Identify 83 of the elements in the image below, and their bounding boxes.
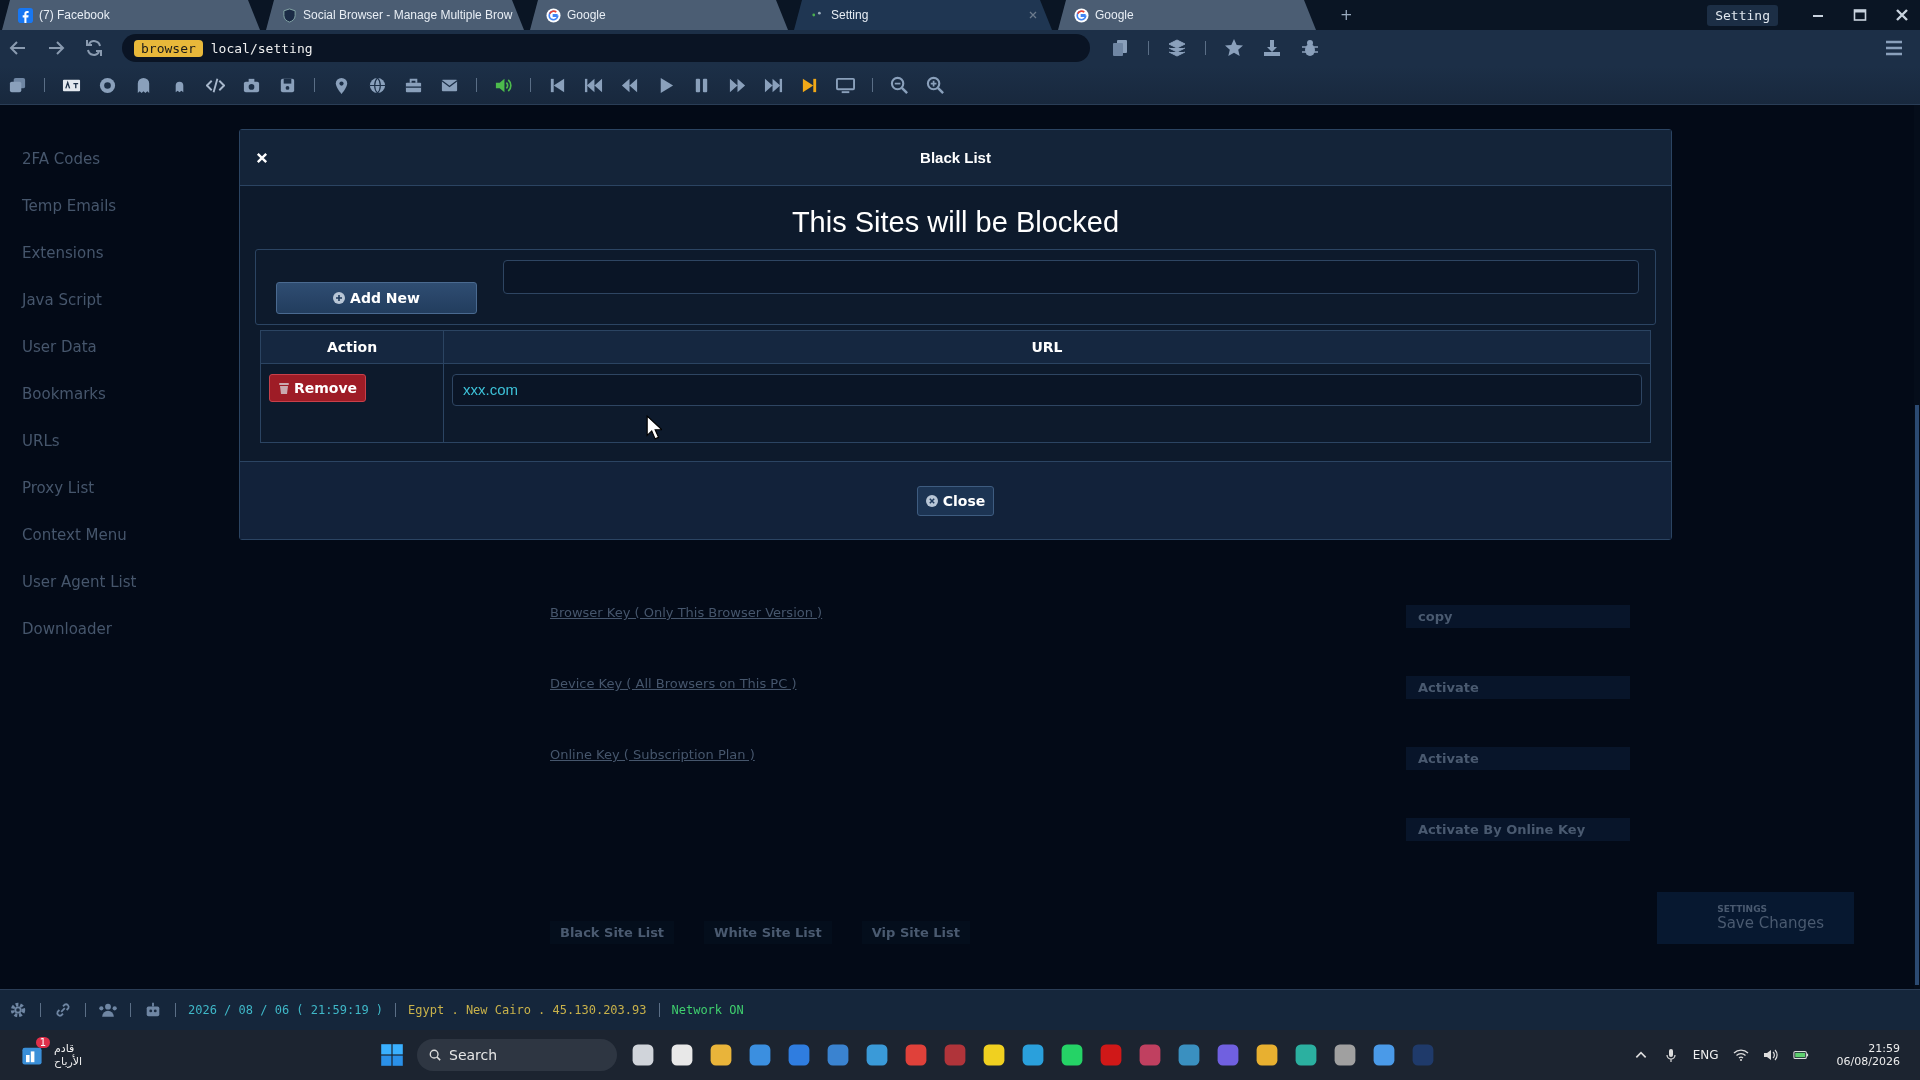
url-field[interactable]: xxx.com [452, 374, 1642, 406]
language-indicator[interactable]: ENG [1692, 1048, 1719, 1062]
dialog-heading: This Sites will be Blocked [790, 206, 1121, 239]
key-label: Browser Key ( Only This Browser Version ) [550, 605, 823, 622]
windows-icon[interactable] [8, 75, 27, 95]
add-new-button[interactable]: Add New [276, 282, 477, 314]
star-icon[interactable] [1224, 38, 1244, 58]
app-icon[interactable] [1254, 1042, 1280, 1068]
monitor-icon[interactable] [836, 75, 855, 95]
widget-text: الأرباح [54, 1055, 83, 1069]
app-icon[interactable] [981, 1042, 1007, 1068]
browser-tab[interactable]: (7) Facebook [2, 0, 260, 30]
browser-tab[interactable]: Setting [794, 0, 1052, 30]
g-logo-icon [546, 7, 561, 23]
app-icon[interactable] [1059, 1042, 1085, 1068]
site-list-tab[interactable]: White Site List [704, 921, 832, 944]
app-icon[interactable] [1332, 1042, 1358, 1068]
app-icon[interactable] [1020, 1042, 1046, 1068]
column-header: Action [260, 330, 444, 364]
address-bar[interactable]: browser local/setting [122, 34, 1090, 62]
mouse-pointer-icon [646, 415, 662, 440]
zoom-out-icon[interactable] [890, 75, 909, 95]
search-field[interactable]: Search [417, 1039, 617, 1071]
battery-icon[interactable] [1792, 1048, 1809, 1062]
window-title: Setting [1707, 4, 1778, 26]
browser-tab[interactable]: Google [1058, 0, 1316, 30]
dialog-title: Black List [920, 149, 991, 166]
scheme-label: browser [134, 39, 203, 57]
column-header: URL [443, 330, 1651, 364]
site-list-tab[interactable]: Vip Site List [861, 921, 970, 944]
location-text: Egypt . New Cairo . 45.130.203.93 [408, 1003, 647, 1017]
app-icon[interactable] [708, 1042, 734, 1068]
key-button[interactable]: copy [1406, 605, 1630, 628]
facebook-f-icon [18, 7, 33, 23]
widget-text: قادم [54, 1041, 75, 1055]
save-changes-button[interactable]: SETTINGS Save Changes [1657, 892, 1854, 944]
url-input-field[interactable] [503, 260, 1639, 294]
layers-icon[interactable] [1167, 38, 1187, 58]
link-icon[interactable] [53, 1001, 73, 1019]
gear-icon[interactable] [8, 1001, 28, 1019]
app-icon[interactable] [630, 1042, 656, 1068]
trash-icon [278, 382, 290, 394]
copy-icon[interactable] [1110, 38, 1130, 58]
close-button[interactable]: Close [916, 485, 995, 516]
new-tab-button[interactable]: + [1322, 6, 1371, 24]
network-status: Network ON [671, 1003, 744, 1017]
bug-icon[interactable] [1300, 38, 1320, 58]
g-logo-icon [1074, 7, 1089, 23]
maximize-icon[interactable] [1852, 7, 1868, 23]
shield-icon [282, 7, 297, 23]
plus-circle-icon [333, 292, 346, 304]
key-button[interactable]: Activate [1406, 676, 1630, 699]
date-time-text: 2026 / 08 / 06 ( 21:59:19 ) [188, 1003, 384, 1017]
remove-button[interactable]: Remove [269, 374, 367, 402]
site-list-tab[interactable]: Black Site List [550, 921, 675, 944]
activate-button[interactable]: Activate By Online Key [1406, 818, 1630, 841]
browser-tab[interactable]: Social Browser - Manage Multiple Brow [266, 0, 524, 30]
key-label: Device Key ( All Browsers on This PC ) [550, 676, 797, 693]
reload-icon[interactable] [84, 38, 104, 58]
zoom-in-icon[interactable] [926, 75, 945, 95]
app-icon[interactable] [1293, 1042, 1319, 1068]
sidebar-item[interactable]: Downloader [22, 620, 322, 638]
circle-icon[interactable] [98, 75, 117, 95]
scrollbar-thumb[interactable] [1915, 405, 1919, 985]
windows-logo-icon[interactable] [380, 1043, 404, 1067]
wifi-icon[interactable] [1732, 1048, 1749, 1062]
url-text: local/setting [210, 40, 313, 56]
close-circle-icon [925, 494, 938, 507]
search-icon [429, 1049, 441, 1061]
users-icon[interactable] [98, 1001, 118, 1019]
download-icon[interactable] [1262, 38, 1282, 58]
globe-icon[interactable] [368, 75, 387, 95]
clock-date[interactable]: 06/08/2026 [1836, 1055, 1900, 1068]
clock-time[interactable]: 21:59 [1868, 1042, 1900, 1055]
key-label: Online Key ( Subscription Plan ) [550, 747, 755, 764]
browser-tab[interactable]: Google [530, 0, 788, 30]
menu-icon[interactable] [1884, 38, 1904, 58]
app-icon[interactable] [1371, 1042, 1397, 1068]
speaker-icon[interactable] [1762, 1048, 1779, 1062]
app-icon[interactable] [669, 1042, 695, 1068]
notification-badge: 1 [35, 1037, 50, 1048]
key-button[interactable]: Activate [1406, 747, 1630, 770]
sidebar-item[interactable]: User Agent List [22, 573, 322, 591]
